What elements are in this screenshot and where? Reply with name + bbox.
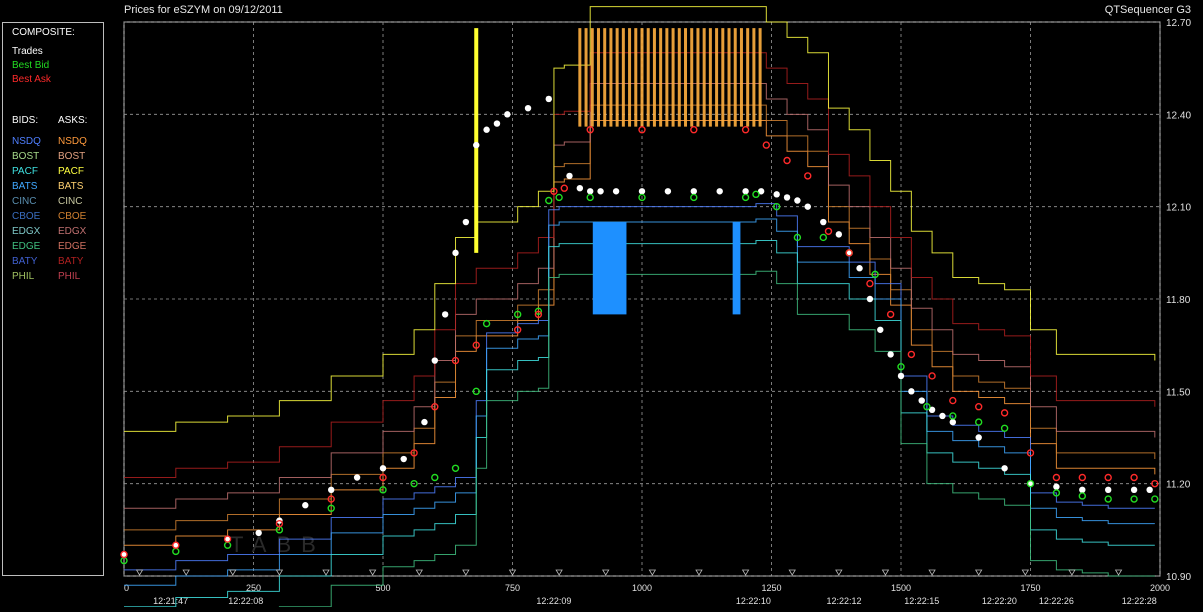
trade-point <box>431 357 438 364</box>
trade-point <box>638 188 646 195</box>
trade-point <box>664 188 672 195</box>
trade-point <box>897 372 905 380</box>
time-tick-label: 12:22:10 <box>736 596 771 606</box>
time-tick-label: 12:22:08 <box>228 596 263 606</box>
bid-dip-block <box>592 222 627 315</box>
y-tick-label: 12.40 <box>1166 110 1191 121</box>
trade-point <box>835 231 843 238</box>
trade-point <box>597 188 604 195</box>
x-tick-label: 2000 <box>1150 583 1170 593</box>
time-tick-label: 12:22:15 <box>904 596 939 606</box>
chart-svg: 12.7012.4012.1011.8011.5011.2010.900 250 5… <box>120 6 1191 612</box>
trade-point <box>939 412 946 420</box>
trade-point <box>866 295 874 303</box>
trade-point <box>716 188 723 195</box>
y-tick-label: 12.10 <box>1166 203 1191 214</box>
x-tick-label: 750 <box>505 583 520 593</box>
x-tick-label: 1500 <box>891 583 911 593</box>
trade-point <box>773 191 780 198</box>
trade-point <box>1001 465 1008 472</box>
trade-point <box>804 203 811 210</box>
trade-point <box>441 311 449 318</box>
trade-point <box>576 185 584 192</box>
x-tick-label: 1000 <box>632 583 652 593</box>
trade-point <box>545 95 552 103</box>
trade-point <box>353 474 361 481</box>
trade-point <box>587 188 594 195</box>
app-window: Prices for eSZYM on 09/12/2011 QTSequenc… <box>0 0 1203 612</box>
y-tick-label: 11.50 <box>1166 387 1191 398</box>
x-tick-label: 1750 <box>1020 583 1040 593</box>
trade-point <box>975 434 982 441</box>
trade-point <box>820 218 827 226</box>
trade-point <box>483 126 490 133</box>
trade-point <box>794 197 801 204</box>
trade-point <box>255 529 262 537</box>
x-tick-label: 1250 <box>761 583 781 593</box>
bid-dip-block <box>732 222 741 315</box>
trade-point <box>524 104 532 112</box>
trade-point <box>918 397 925 404</box>
y-tick-label: 10.90 <box>1166 572 1191 583</box>
trade-point <box>949 418 956 426</box>
trade-point <box>379 465 387 472</box>
trade-point <box>783 194 791 201</box>
time-tick-label: 12:22:12 <box>826 596 861 606</box>
trade-point <box>908 388 915 395</box>
y-tick-label: 11.80 <box>1166 295 1191 306</box>
trade-point <box>690 188 697 195</box>
trade-point <box>1146 486 1153 494</box>
watermark: TABB <box>230 532 326 557</box>
time-tick-label: 12:22:09 <box>536 596 571 606</box>
trade-point <box>887 351 894 358</box>
x-tick-label: 0 <box>124 583 129 593</box>
price-chart: 12.70 12.40 12.10 11.80 11.50 11.20 10.90 0 250 5… <box>0 0 1203 612</box>
trade-point <box>742 188 749 195</box>
trade-point <box>421 418 428 426</box>
trade-point <box>504 111 511 118</box>
trade-point <box>566 172 573 180</box>
trade-point <box>452 249 459 257</box>
trade-point <box>473 141 480 149</box>
time-tick-label: 12:22:28 <box>1122 596 1157 606</box>
trade-point <box>462 218 470 226</box>
trade-point <box>493 120 501 127</box>
time-tick-label: 12:22:26 <box>1039 596 1074 606</box>
time-tick-label: 12:22:20 <box>982 596 1017 606</box>
trade-point <box>328 486 335 494</box>
trade-point <box>877 326 884 333</box>
trade-point <box>1130 486 1138 494</box>
y-tick-label: 12.70 <box>1166 18 1191 29</box>
trade-point <box>612 188 620 195</box>
trade-point <box>1079 486 1086 494</box>
trade-point <box>1105 486 1112 494</box>
y-tick-label: 11.20 <box>1166 480 1191 491</box>
trade-point <box>1053 483 1060 490</box>
trade-point <box>302 502 309 509</box>
trade-point <box>400 455 407 463</box>
trade-point <box>856 265 863 272</box>
